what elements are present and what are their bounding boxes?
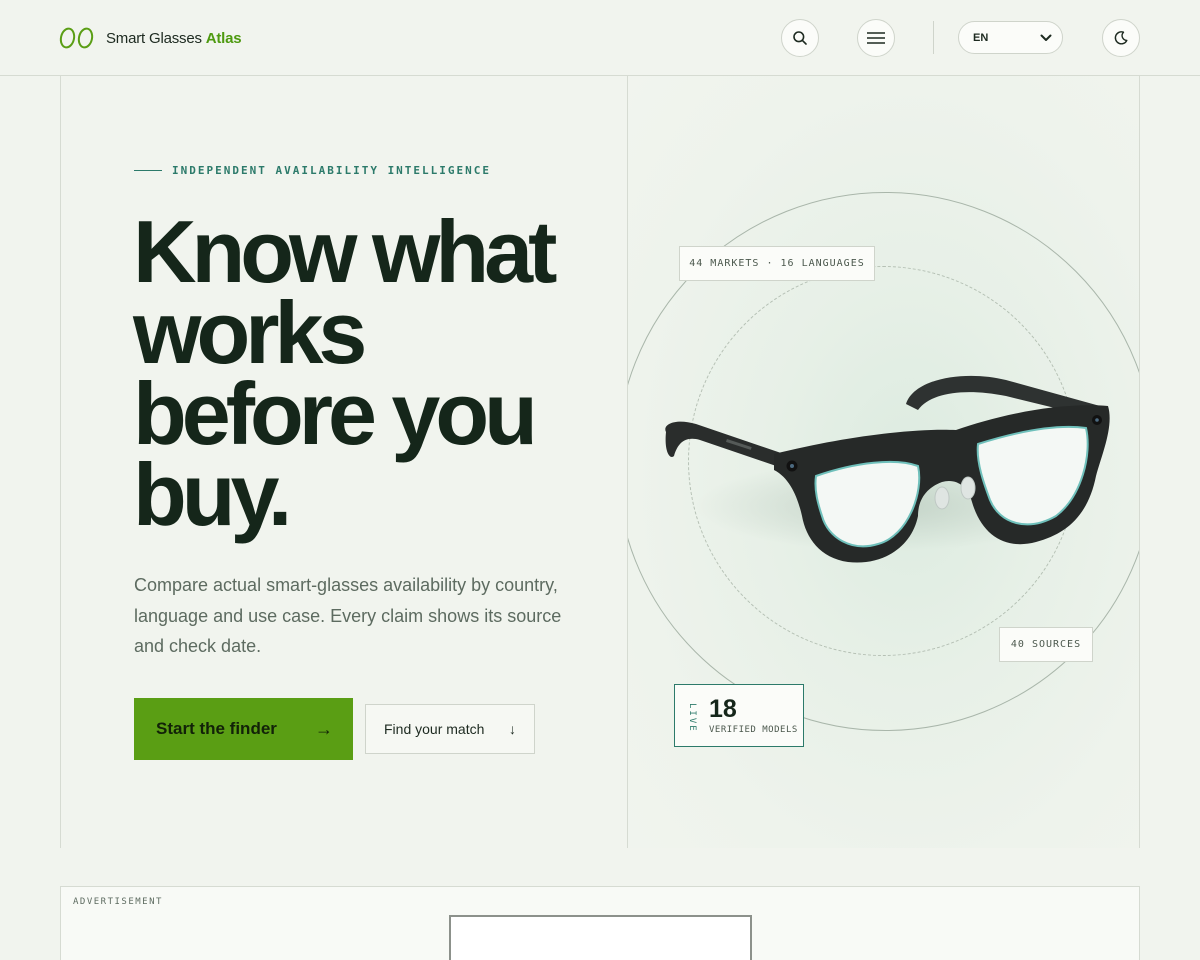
eyeglasses-logo-icon (59, 27, 94, 49)
advertisement-label: ADVERTISEMENT (73, 897, 163, 907)
chevron-down-icon (1040, 34, 1052, 41)
hero-eyebrow: INDEPENDENT AVAILABILITY INTELLIGENCE (134, 164, 491, 177)
language-value: EN (973, 31, 989, 44)
markets-languages-chip: 44 MARKETS · 16 LANGUAGES (679, 246, 875, 281)
hero-text-panel: INDEPENDENT AVAILABILITY INTELLIGENCE Kn… (60, 76, 628, 848)
start-finder-button[interactable]: Start the finder → (134, 698, 353, 760)
find-match-button[interactable]: Find your match ↓ (365, 704, 535, 754)
brand-name: Smart Glasses Atlas (106, 29, 242, 47)
advertisement-slot[interactable] (449, 915, 752, 960)
verified-models-label: VERIFIED MODELS (709, 725, 798, 735)
menu-icon (867, 32, 885, 44)
sources-chip: 40 SOURCES (999, 627, 1093, 662)
smart-glasses-image (665, 375, 1110, 563)
site-header: Smart Glasses Atlas EN (0, 0, 1200, 76)
headline-line: works (133, 283, 367, 382)
search-icon (793, 31, 807, 45)
find-match-label: Find your match (384, 721, 485, 737)
arrow-right-icon: → (315, 718, 333, 739)
eyebrow-rule (134, 170, 162, 171)
hero-description: Compare actual smart-glasses availabilit… (134, 575, 562, 656)
header-divider (933, 21, 934, 54)
headline-line: before you (133, 364, 538, 463)
theme-toggle-button[interactable] (1102, 19, 1140, 57)
live-badge: LIVE (687, 703, 697, 733)
start-finder-label: Start the finder (156, 719, 277, 738)
verified-models-count: 18 (709, 695, 737, 723)
hero-visual-panel: 44 MARKETS · 16 LANGUAGES 40 SOURCES LIV… (628, 76, 1140, 848)
verified-models-card: LIVE 18 VERIFIED MODELS (674, 684, 804, 747)
eyebrow-text: INDEPENDENT AVAILABILITY INTELLIGENCE (172, 164, 492, 177)
language-select[interactable]: EN (958, 21, 1063, 54)
brand-accent: Atlas (205, 29, 242, 47)
advertisement-section: ADVERTISEMENT (60, 886, 1140, 960)
hero-headline: Know what works before you buy. (133, 202, 603, 544)
search-button[interactable] (781, 19, 819, 57)
site-logo[interactable]: Smart Glasses Atlas (58, 24, 242, 52)
headline-line: buy. (133, 445, 292, 544)
headline-line: Know what (133, 202, 557, 301)
moon-icon (1114, 31, 1128, 45)
menu-button[interactable] (857, 19, 895, 57)
arrow-down-icon: ↓ (509, 721, 516, 737)
